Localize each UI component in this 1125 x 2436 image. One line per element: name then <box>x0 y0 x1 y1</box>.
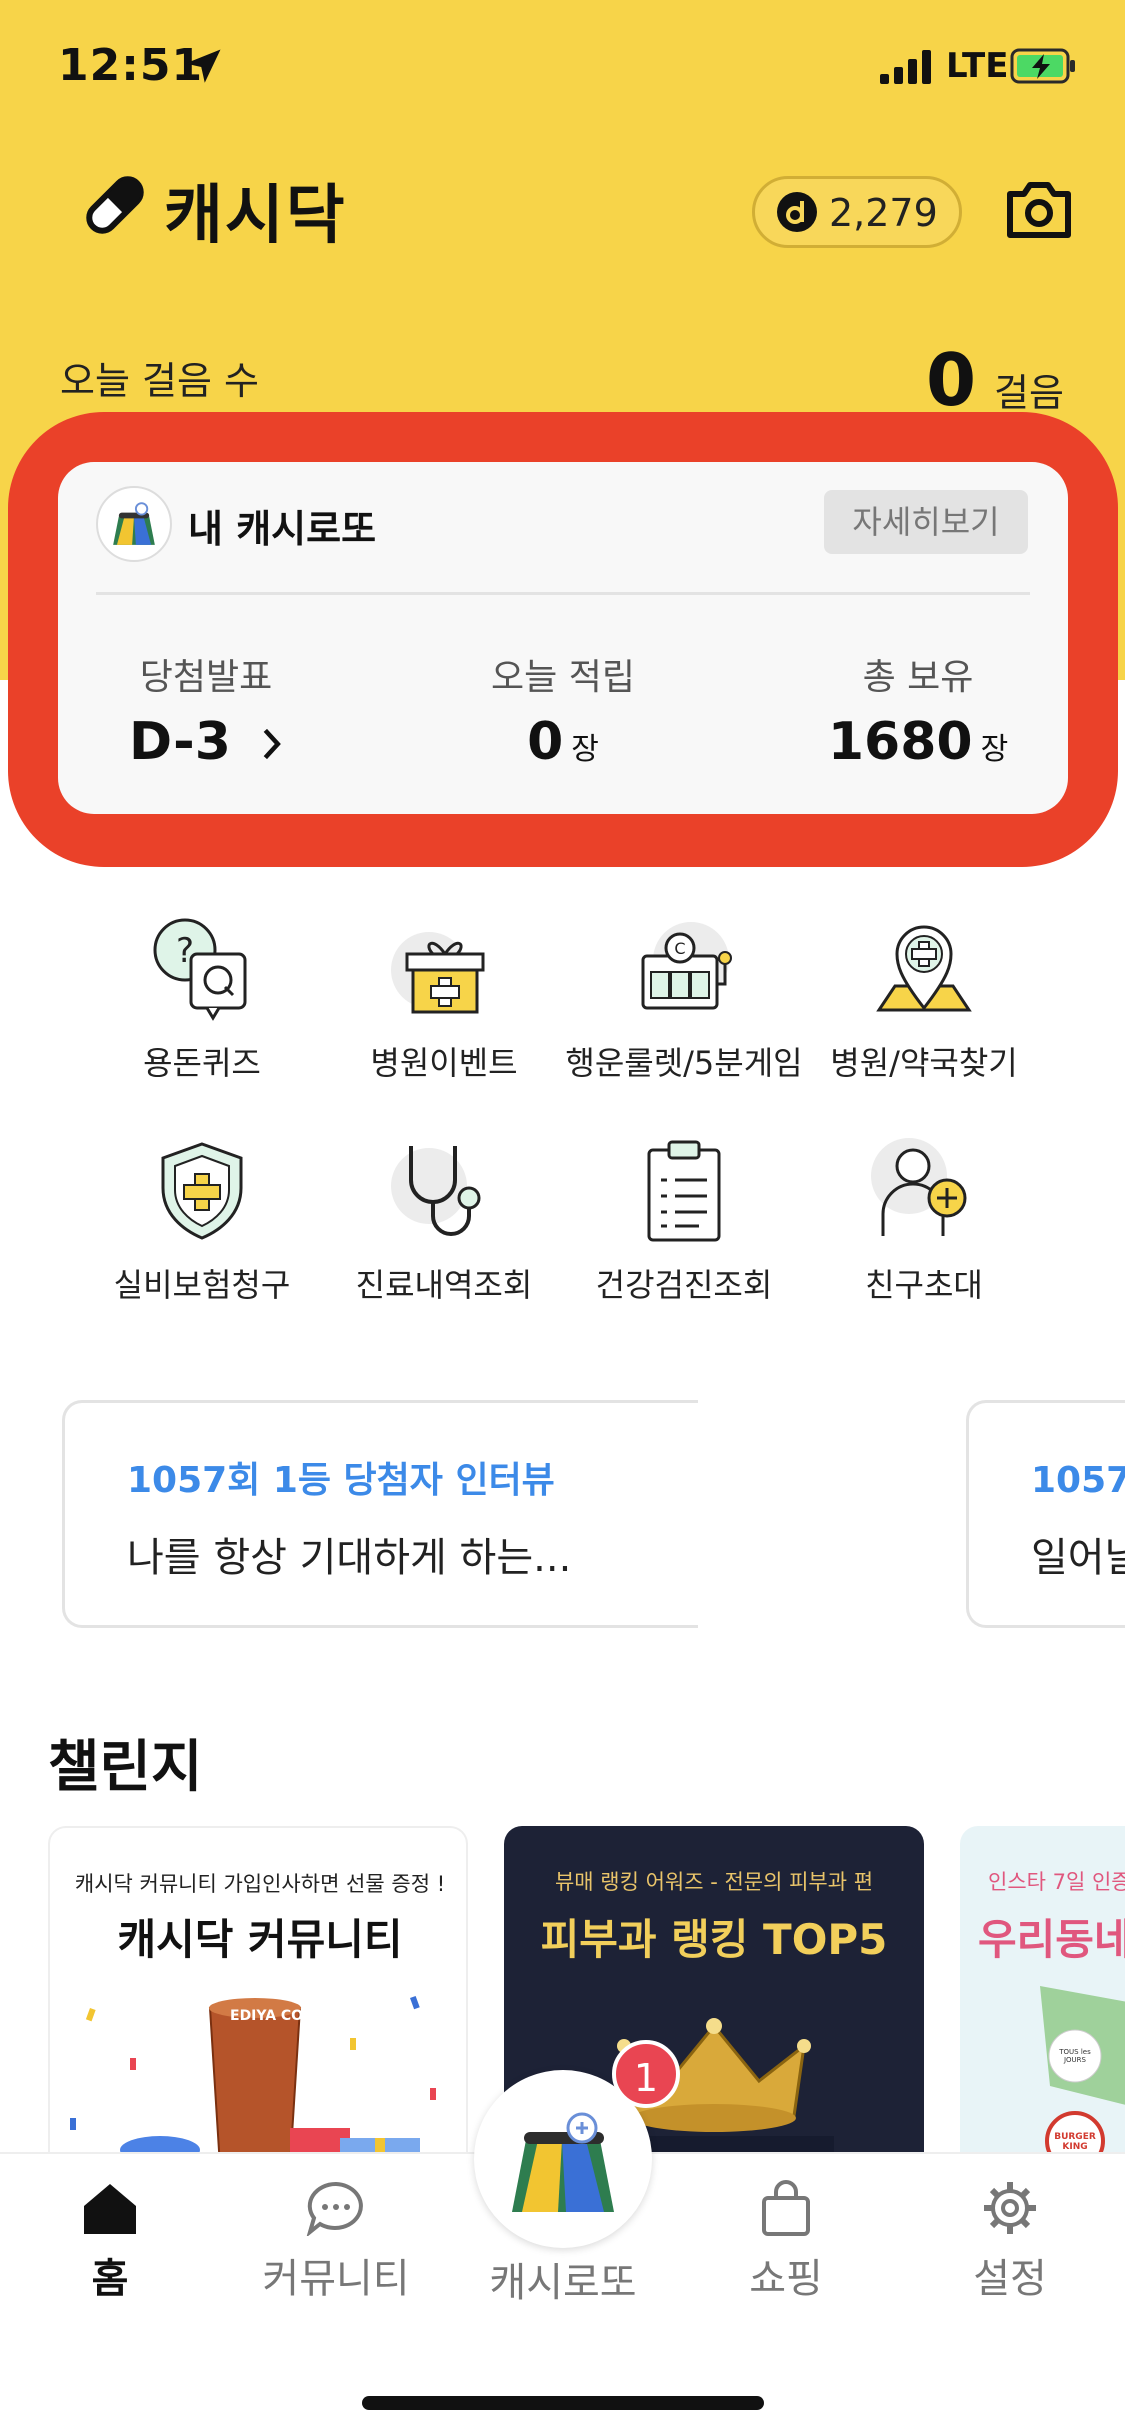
challenge-card-title: 우리동네 <box>978 1915 1125 1964</box>
chevron-right-icon <box>263 728 281 760</box>
draw-countdown: D-3 <box>128 712 231 772</box>
cashlotto-title: 내 캐시로또 <box>188 507 377 551</box>
draw-date-label: 당첨발표 <box>139 657 273 698</box>
banner-kicker: 1057회 1등 당첨자 인터뷰 <box>127 1460 555 1501</box>
map-pin-icon <box>876 925 972 1012</box>
today-earned-value: 0장 <box>433 712 693 772</box>
challenge-card-title: 피부과 랭킹 TOP5 <box>540 1915 888 1964</box>
steps-unit: 걸음 <box>994 371 1064 415</box>
cashlotto-avatar <box>96 486 172 562</box>
challenge-card-community[interactable]: 캐시닥 커뮤니티 가입인사하면 선물 증정 ! 캐시닥 커뮤니티 EDIYA C… <box>48 1826 468 2196</box>
menu-health-checkup-label: 건강검진조회 <box>595 1266 773 1304</box>
total-held-count: 1680 <box>827 712 973 772</box>
network-type: LTE <box>946 46 1009 86</box>
clipboard-icon <box>647 1140 721 1242</box>
tab-home-label: 홈 <box>91 2256 129 2302</box>
bag-icon <box>762 2180 810 2236</box>
app-title: 캐시닥 <box>164 179 347 253</box>
home-indicator <box>362 2396 764 2410</box>
challenge-card-sub: 캐시닥 커뮤니티 가입인사하면 선물 증정 ! <box>74 1872 446 1896</box>
menu-invite-friend-label: 친구초대 <box>865 1266 983 1304</box>
challenge-title: 챌린지 <box>48 1735 203 1800</box>
menu-hospital-event-label: 병원이벤트 <box>370 1044 518 1082</box>
tab-home[interactable]: 홈 <box>10 2180 210 2304</box>
chat-icon <box>306 2181 363 2236</box>
tab-shopping-label: 쇼핑 <box>749 2256 823 2302</box>
screen: 12:51 LTE 캐시닥 2,279 오늘 걸음 수 0 걸음 내 캐시로또 … <box>0 0 1125 2436</box>
menu-health-checkup[interactable]: 건강검진조회 <box>564 1136 804 1306</box>
location-arrow-icon <box>185 49 221 83</box>
tab-community-label: 커뮤니티 <box>262 2256 410 2302</box>
challenge-card-sub: 뷰매 랭킹 어워즈 - 전문의 피부과 편 <box>554 1870 874 1894</box>
status-bar: 12:51 LTE <box>0 0 1125 140</box>
quiz-icon: ? <box>153 918 247 1021</box>
gift-icon <box>391 932 485 1014</box>
interview-banner-next[interactable]: 1057회 일어날 <box>966 1400 1125 1628</box>
today-earned-count: 0 <box>527 712 564 772</box>
menu-roulette[interactable]: C 행운룰렛/5분게임 <box>564 914 804 1084</box>
tab-shopping[interactable]: 쇼핑 <box>686 2180 886 2304</box>
slot-machine-icon: C <box>641 922 732 1010</box>
view-details-button[interactable]: 자세히보기 <box>824 490 1028 554</box>
menu-medical-history-label: 진료내역조회 <box>355 1266 533 1304</box>
card-divider <box>96 592 1030 595</box>
draw-date-value[interactable]: D-3 <box>76 712 336 772</box>
home-icon <box>84 2184 136 2234</box>
menu-insurance-claim-label: 실비보험청구 <box>113 1266 291 1304</box>
menu-quiz[interactable]: ? 용돈퀴즈 <box>82 914 322 1084</box>
steps-label: 오늘 걸음 수 <box>60 359 259 403</box>
lotto-notification-badge: 1 <box>612 2040 680 2108</box>
menu-roulette-label: 행운룰렛/5분게임 <box>565 1044 803 1082</box>
add-user-icon <box>871 1138 967 1236</box>
banner-text: 나를 항상 기대하게 하는... <box>127 1535 572 1581</box>
menu-hospital-event[interactable]: 병원이벤트 <box>324 914 564 1084</box>
svg-text:C: C <box>674 939 685 958</box>
shield-icon <box>161 1142 243 1240</box>
points-value: 2,279 <box>829 191 938 235</box>
menu-insurance-claim[interactable]: 실비보험청구 <box>82 1136 322 1306</box>
battery-charging-icon <box>1010 48 1075 84</box>
camera-icon[interactable] <box>1004 180 1074 240</box>
menu-medical-history[interactable]: 진료내역조회 <box>324 1136 564 1306</box>
gear-icon <box>984 2182 1036 2234</box>
cashlotto-card[interactable]: 내 캐시로또 자세히보기 당첨발표 D-3 오늘 적립 0장 총 보유 1680… <box>58 462 1068 814</box>
cashdoc-coin-icon <box>777 192 817 232</box>
tab-community[interactable]: 커뮤니티 <box>236 2180 436 2304</box>
tab-cashlotto[interactable]: 캐시로또 <box>463 2250 663 2308</box>
points-balance[interactable]: 2,279 <box>752 176 962 248</box>
menu-invite-friend[interactable]: 친구초대 <box>804 1136 1044 1306</box>
menu-find-hospital[interactable]: 병원/약국찾기 <box>804 914 1044 1084</box>
interview-banner[interactable]: 1057회 1등 당첨자 인터뷰 나를 항상 기대하게 하는... <box>62 1400 698 1628</box>
tab-settings[interactable]: 설정 <box>910 2180 1110 2304</box>
tab-settings-label: 설정 <box>973 2256 1047 2302</box>
total-held-unit: 장 <box>980 732 1009 767</box>
pill-logo-icon <box>86 176 144 234</box>
banner-text-next: 일어날 <box>1031 1535 1125 1581</box>
cup-label: EDIYA COFFEE <box>230 2008 342 2024</box>
tab-cashlotto-label: 캐시로또 <box>489 2260 637 2306</box>
banner-kicker-next: 1057회 <box>1031 1460 1125 1501</box>
today-earned-unit: 장 <box>571 732 599 767</box>
cashlotto-logo-icon <box>113 502 155 545</box>
total-held-value: 1680 장 <box>788 712 1048 772</box>
challenge-card-sub: 인스타 7일 인증 <box>988 1870 1125 1894</box>
steps-value: 0 <box>926 338 977 422</box>
challenge-card-local[interactable]: 인스타 7일 인증 우리동네 TOUS les JOURS BURGER KIN… <box>960 1826 1125 2196</box>
menu-find-hospital-label: 병원/약국찾기 <box>830 1044 1018 1082</box>
tous-les-jours-logo: TOUS les JOURS <box>1059 2048 1091 2064</box>
total-held-label: 총 보유 <box>862 657 974 698</box>
challenge-card-title: 캐시닥 커뮤니티 <box>117 1915 403 1964</box>
menu-quiz-label: 용돈퀴즈 <box>143 1044 261 1082</box>
today-earned-label: 오늘 적립 <box>491 657 635 698</box>
cell-signal-icon <box>880 50 931 84</box>
burger-king-logo: BURGER KING <box>1054 2132 1096 2152</box>
stethoscope-icon <box>391 1146 481 1236</box>
